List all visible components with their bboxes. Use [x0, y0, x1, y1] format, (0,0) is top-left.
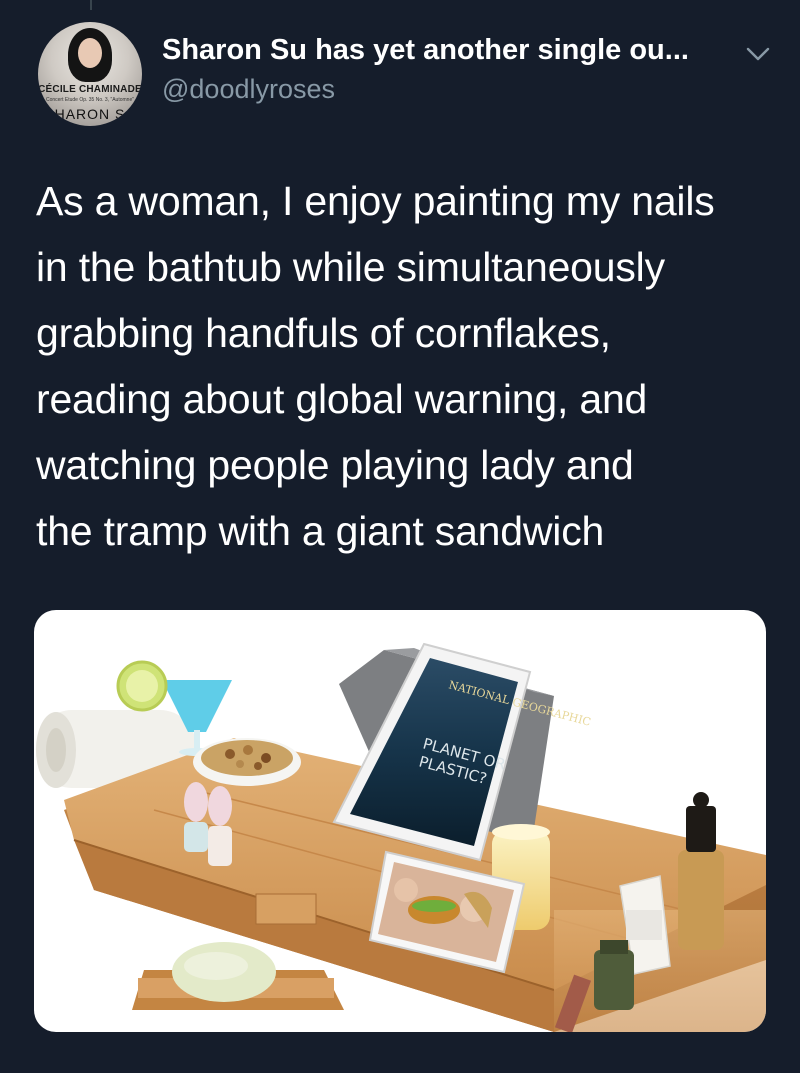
tweet-text-line: reading about global warning, and: [36, 376, 648, 422]
chevron-down-icon[interactable]: [745, 46, 771, 62]
tweet-text-line: watching people playing lady and: [36, 442, 634, 488]
cereal-bowl: [193, 738, 301, 786]
avatar-caption-title: CÉCILE CHAMINADE: [38, 84, 142, 95]
tweet-text-line: the tramp with a giant sandwich: [36, 508, 605, 554]
thread-connector: [90, 0, 92, 10]
tweet-text-line: As a woman, I enjoy painting my nails: [36, 178, 715, 224]
avatar-caption-name: HARON S: [54, 106, 126, 122]
avatar-face: [78, 38, 102, 68]
tweet-media-image[interactable]: NATIONAL GEOGRAPHIC PLANET OR PLASTIC?: [34, 610, 766, 1032]
tweet-text: As a woman, I enjoy painting my nails in…: [36, 168, 776, 564]
tweet-text-line: grabbing handfuls of cornflakes,: [36, 310, 611, 356]
avatar[interactable]: CÉCILE CHAMINADE Concert Etude Op. 35 No…: [38, 22, 142, 126]
author-handle[interactable]: @doodlyroses: [162, 74, 335, 105]
tweet: CÉCILE CHAMINADE Concert Etude Op. 35 No…: [0, 0, 800, 1073]
bath-caddy-illustration: NATIONAL GEOGRAPHIC PLANET OR PLASTIC?: [36, 642, 766, 1032]
author-display-name[interactable]: Sharon Su has yet another single ou...: [162, 34, 689, 67]
avatar-caption-subtitle: Concert Etude Op. 35 No. 3, "Automne": [45, 97, 135, 103]
tweet-text-line: in the bathtub while simultaneously: [36, 244, 665, 290]
